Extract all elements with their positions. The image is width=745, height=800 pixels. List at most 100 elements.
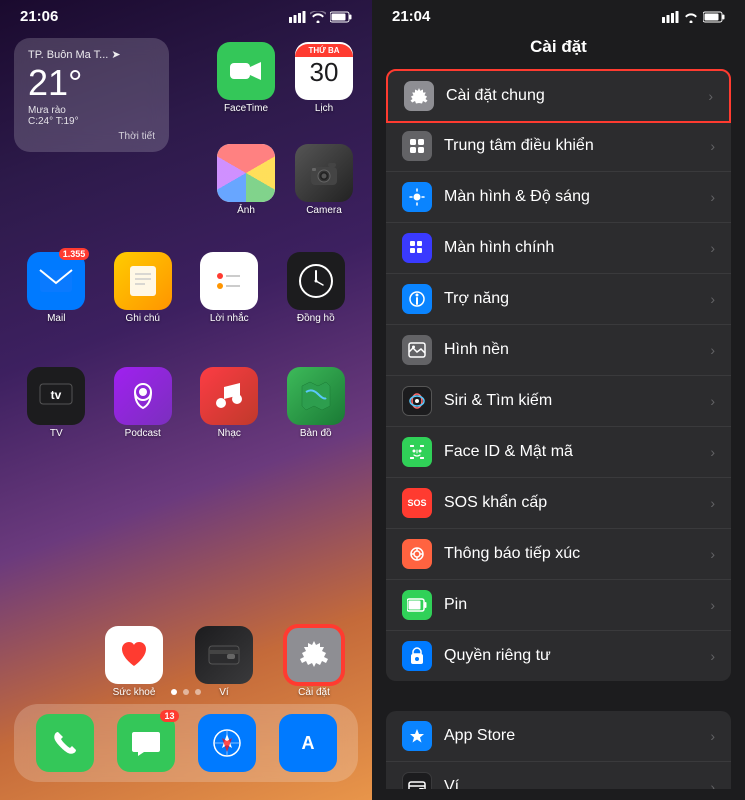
thong-bao-text: Thông báo tiếp xúc — [444, 545, 710, 563]
tro-nang-text: Trợ năng — [444, 290, 710, 308]
app-vi-bottom[interactable]: Ví — [182, 626, 266, 698]
settings-item-tro-nang[interactable]: Trợ năng › — [386, 274, 731, 325]
app-anh[interactable]: Ảnh — [212, 144, 280, 216]
dock-safari[interactable] — [198, 714, 256, 772]
app-mail[interactable]: 1.355 Mail — [16, 252, 97, 324]
wifi-icon — [310, 11, 326, 23]
app-camera[interactable]: Camera — [290, 144, 358, 216]
quyen-rieng-tu-chevron: › — [710, 648, 715, 664]
weather-location: TP. Buôn Ma T... ➤ — [28, 48, 155, 61]
pin-text: Pin — [444, 596, 710, 614]
sos-icon: SOS — [402, 488, 432, 518]
group-separator-1 — [386, 683, 731, 711]
siri-text: Siri & Tìm kiếm — [444, 392, 710, 410]
man-hinh-chinh-chevron: › — [710, 240, 715, 256]
svg-text:A: A — [301, 733, 314, 753]
settings-item-man-hinh-do-sang[interactable]: Màn hình & Độ sáng › — [386, 172, 731, 223]
app-cai-dat[interactable]: Cài đặt — [272, 626, 356, 698]
sos-text: SOS khẩn cấp — [444, 494, 710, 512]
wifi-icon-right — [683, 11, 699, 23]
tv-label: TV — [50, 428, 63, 439]
weather-widget[interactable]: TP. Buôn Ma T... ➤ 21° Mưa rào C:24° T:1… — [14, 38, 169, 152]
settings-item-cai-dat-chung[interactable]: Cài đặt chung › — [386, 69, 731, 123]
app-podcast[interactable]: Podcast — [103, 367, 184, 439]
hinh-nen-icon — [402, 335, 432, 365]
mail-label: Mail — [47, 313, 65, 324]
settings-item-man-hinh-chinh[interactable]: Màn hình chính › — [386, 223, 731, 274]
app-ban-do[interactable]: Bản đồ — [276, 367, 357, 439]
face-id-icon — [402, 437, 432, 467]
settings-item-sos[interactable]: SOS SOS khẩn cấp › — [386, 478, 731, 529]
right-phone: 21:04 Cài đặt Cài đặt chung — [372, 0, 745, 800]
pin-chevron: › — [710, 597, 715, 613]
cai-dat-label: Cài đặt — [298, 687, 330, 698]
tro-nang-chevron: › — [710, 291, 715, 307]
hinh-nen-text: Hình nền — [444, 341, 710, 359]
app-dong-ho[interactable]: Đồng hồ — [276, 252, 357, 324]
siri-chevron: › — [710, 393, 715, 409]
weather-temp: 21° — [28, 63, 155, 103]
camera-label: Camera — [306, 205, 342, 216]
battery-icon-right — [703, 11, 725, 23]
app-lich[interactable]: THỨ BA 30 Lịch — [290, 42, 358, 114]
weather-label: Thời tiết — [28, 131, 155, 142]
settings-item-vi[interactable]: Ví › — [386, 762, 731, 789]
face-id-chevron: › — [710, 444, 715, 460]
settings-item-siri[interactable]: Siri & Tìm kiếm › — [386, 376, 731, 427]
weather-range: C:24° T:19° — [28, 116, 155, 127]
status-bar-right: 21:04 — [372, 0, 745, 29]
left-phone: 21:06 TP. Buôn Ma T... ➤ 21° Mưa rào C:2… — [0, 0, 372, 800]
app-ghi-chu[interactable]: Ghi chú — [103, 252, 184, 324]
trung-tam-chevron: › — [710, 138, 715, 154]
sos-chevron: › — [710, 495, 715, 511]
lich-label: Lịch — [315, 103, 333, 114]
dock: 13 A — [14, 704, 358, 782]
cai-dat-chung-icon — [404, 81, 434, 111]
loi-nhac-label: Lời nhắc — [210, 313, 249, 324]
podcast-label: Podcast — [125, 428, 161, 439]
app-store-icon — [402, 721, 432, 751]
settings-item-thong-bao[interactable]: Thông báo tiếp xúc › — [386, 529, 731, 580]
dock-phone[interactable] — [36, 714, 94, 772]
time-right: 21:04 — [392, 8, 430, 25]
settings-item-quyen-rieng-tu[interactable]: Quyền riêng tư › — [386, 631, 731, 681]
svg-text:tv: tv — [51, 388, 62, 402]
ghi-chu-label: Ghi chú — [126, 313, 160, 324]
settings-item-hinh-nen[interactable]: Hình nền › — [386, 325, 731, 376]
settings-item-face-id[interactable]: Face ID & Mật mã › — [386, 427, 731, 478]
thong-bao-icon — [402, 539, 432, 569]
vi-icon — [402, 772, 432, 789]
settings-group-1: Cài đặt chung › Trung tâm điều khiển › M… — [386, 69, 731, 681]
app-suc-khoe[interactable]: Sức khoẻ — [92, 626, 176, 698]
facetime-label: FaceTime — [224, 103, 268, 114]
app-store-chevron: › — [710, 728, 715, 744]
vi-text: Ví — [444, 778, 710, 789]
app-tv[interactable]: tv TV — [16, 367, 97, 439]
vi-chevron: › — [710, 779, 715, 789]
status-bar-left: 21:06 — [0, 0, 372, 29]
app-nhac[interactable]: Nhạc — [189, 367, 270, 439]
signal-icon — [289, 11, 306, 23]
anh-label: Ảnh — [237, 205, 255, 216]
nhac-label: Nhạc — [218, 428, 241, 439]
tro-nang-icon — [402, 284, 432, 314]
app-loi-nhac[interactable]: Lời nhắc — [189, 252, 270, 324]
face-id-text: Face ID & Mật mã — [444, 443, 710, 461]
settings-item-app-store[interactable]: App Store › — [386, 711, 731, 762]
settings-item-pin[interactable]: Pin › — [386, 580, 731, 631]
hinh-nen-chevron: › — [710, 342, 715, 358]
battery-icon — [330, 11, 352, 23]
app-facetime[interactable]: FaceTime — [212, 42, 280, 114]
settings-item-trung-tam[interactable]: Trung tâm điều khiển › — [386, 121, 731, 172]
cai-dat-chung-text: Cài đặt chung — [446, 87, 708, 105]
quyen-rieng-tu-icon — [402, 641, 432, 671]
man-hinh-chinh-text: Màn hình chính — [444, 239, 710, 257]
vi-bottom-label: Ví — [219, 687, 228, 698]
man-hinh-do-sang-text: Màn hình & Độ sáng — [444, 188, 710, 206]
dock-appstore[interactable]: A — [279, 714, 337, 772]
app-store-text: App Store — [444, 727, 710, 745]
weather-desc: Mưa rào — [28, 105, 155, 116]
pin-icon — [402, 590, 432, 620]
thong-bao-chevron: › — [710, 546, 715, 562]
dock-messages[interactable]: 13 — [117, 714, 175, 772]
